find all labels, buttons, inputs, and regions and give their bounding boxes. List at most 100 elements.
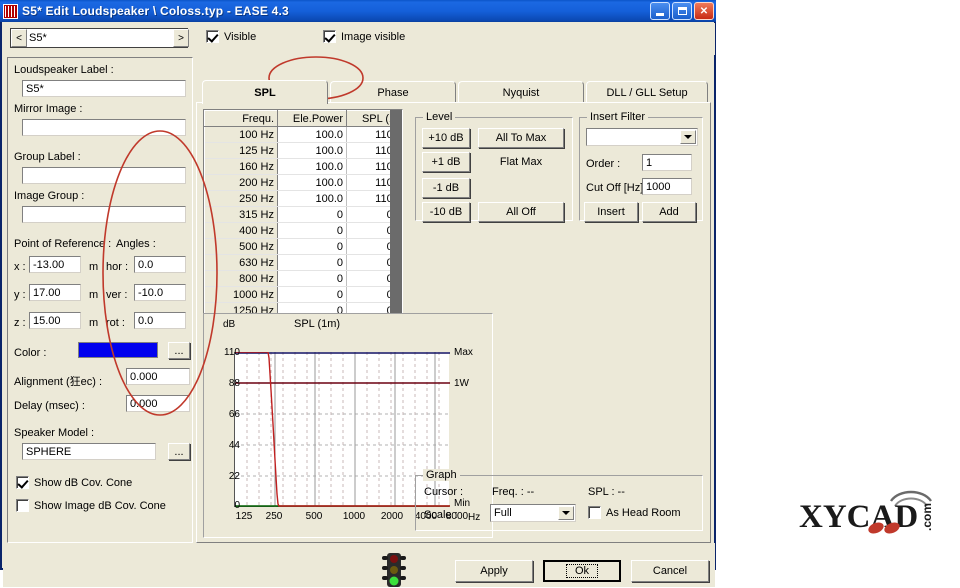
chevron-down-icon[interactable] [680, 130, 696, 144]
next-button[interactable]: > [173, 29, 189, 47]
y-unit: m [89, 289, 99, 301]
graph-group-title: Graph [423, 469, 460, 481]
xtick-250: 250 [265, 511, 283, 522]
main-window: S5* Edit Loudspeaker \ Coloss.typ - EASE… [0, 0, 716, 587]
all-to-max-button[interactable]: All To Max [478, 128, 564, 148]
rot-input[interactable]: 0.0 [134, 312, 186, 329]
ver-input[interactable]: -10.0 [134, 284, 186, 301]
tab-spl[interactable]: SPL [202, 80, 328, 104]
cell-ele-power: 0 [277, 238, 347, 255]
speaker-model-input[interactable]: SPHERE [22, 443, 156, 460]
as-head-room-checkbox[interactable] [588, 506, 601, 519]
prev-button[interactable]: < [11, 29, 27, 47]
loudspeaker-label-input[interactable]: S5* [22, 80, 186, 97]
spl-tab-content: Frequ. Ele.Power SPL (1m) 100 Hz100.0110… [196, 102, 711, 543]
show-db-cov-cone-checkbox[interactable] [16, 476, 29, 489]
cell-ele-power: 0 [277, 270, 347, 287]
table-row[interactable]: 315 Hz00.00 [204, 206, 402, 223]
x-caption: x : [14, 261, 26, 273]
table-row[interactable]: 100 Hz100.0110.00 [204, 126, 402, 143]
tab-nyquist[interactable]: Nyquist [458, 81, 584, 103]
chart-label-1w: 1W [454, 378, 469, 389]
cutoff-input[interactable]: 1000 [642, 178, 692, 195]
as-head-room-label: As Head Room [606, 506, 681, 519]
table-row[interactable]: 160 Hz100.0110.00 [204, 158, 402, 175]
table-row[interactable]: 125 Hz100.0110.00 [204, 142, 402, 159]
show-image-db-cov-cone-checkbox[interactable] [16, 499, 29, 512]
filter-type-combo[interactable] [586, 128, 698, 146]
apply-button[interactable]: Apply [455, 560, 533, 582]
speaker-model-browse-button[interactable]: ... [168, 443, 190, 460]
color-browse-button[interactable]: ... [168, 342, 190, 359]
flat-max-button[interactable]: Flat Max [478, 152, 564, 172]
alignment-input[interactable]: 0.000 [126, 368, 190, 385]
cancel-button[interactable]: Cancel [631, 560, 709, 582]
close-icon[interactable]: ✕ [694, 2, 714, 20]
mirror-image-input[interactable] [22, 119, 186, 136]
table-row[interactable]: 400 Hz00.00 [204, 222, 402, 239]
ytick-0: 0 [234, 500, 240, 511]
ok-button[interactable]: Ok [543, 560, 621, 582]
minimize-icon[interactable] [650, 2, 670, 20]
show-image-db-cov-cone-row[interactable]: Show Image dB Cov. Cone [16, 499, 166, 512]
show-db-cov-cone-row[interactable]: Show dB Cov. Cone [16, 476, 132, 489]
level-minus1db-button[interactable]: -1 dB [422, 178, 470, 198]
y-input[interactable]: 17.00 [29, 284, 81, 301]
visible-checkbox-row[interactable]: Visible [206, 30, 256, 43]
angles-caption: Angles : [116, 238, 156, 250]
table-row[interactable]: 250 Hz100.0110.00 [204, 190, 402, 207]
image-visible-checkbox[interactable] [323, 30, 336, 43]
delay-caption: Delay (msec) : [14, 400, 85, 412]
rot-caption: rot : [106, 317, 125, 329]
tab-phase[interactable]: Phase [330, 81, 456, 103]
as-head-room-row[interactable]: As Head Room [588, 506, 681, 519]
tab-dll-gll-setup[interactable]: DLL / GLL Setup [586, 81, 708, 103]
cell-ele-power: 100.0 [277, 142, 347, 159]
ytick-88: 88 [228, 378, 240, 389]
level-plus1db-button[interactable]: +1 dB [422, 152, 470, 172]
all-off-button[interactable]: All Off [478, 202, 564, 222]
insert-filter-group-title: Insert Filter [587, 111, 649, 123]
scale-value: Full [494, 507, 512, 519]
level-minus10db-button[interactable]: -10 dB [422, 202, 470, 222]
hor-input[interactable]: 0.0 [134, 256, 186, 273]
group-label-input[interactable] [22, 167, 186, 184]
table-row[interactable]: 800 Hz00.00 [204, 270, 402, 287]
x-unit: m [89, 261, 99, 273]
scale-combo[interactable]: Full [490, 504, 576, 522]
delay-input[interactable]: 0.000 [126, 395, 190, 412]
visible-checkbox[interactable] [206, 30, 219, 43]
col-header-frequ: Frequ. [204, 110, 278, 127]
loudspeaker-selector[interactable]: < > [10, 28, 189, 48]
image-group-input[interactable] [22, 206, 186, 223]
x-input[interactable]: -13.00 [29, 256, 81, 273]
cell-ele-power: 0 [277, 222, 347, 239]
color-swatch[interactable] [78, 342, 158, 358]
cell-ele-power: 100.0 [277, 174, 347, 191]
group-label-caption: Group Label : [14, 151, 81, 163]
maximize-icon[interactable] [672, 2, 692, 20]
table-row[interactable]: 500 Hz00.00 [204, 238, 402, 255]
table-header-row: Frequ. Ele.Power SPL (1m) [204, 110, 402, 127]
table-row[interactable]: 1000 Hz00.00 [204, 286, 402, 303]
z-input[interactable]: 15.00 [29, 312, 81, 329]
cell-frequency: 1000 Hz [204, 286, 278, 303]
z-caption: z : [14, 317, 26, 329]
image-visible-checkbox-row[interactable]: Image visible [323, 30, 405, 43]
chevron-down-icon[interactable] [558, 506, 574, 520]
xtick-1000: 1000 [342, 511, 366, 522]
window-title: S5* Edit Loudspeaker \ Coloss.typ - EASE… [22, 4, 289, 18]
cell-ele-power: 100.0 [277, 158, 347, 175]
chart-label-max: Max [454, 347, 473, 358]
loudspeaker-selector-input[interactable] [27, 29, 173, 47]
xycad-suffix: .com [920, 503, 934, 531]
table-row[interactable]: 630 Hz00.00 [204, 254, 402, 271]
order-input[interactable]: 1 [642, 154, 692, 171]
xycad-watermark: XYCAD .com [799, 490, 934, 535]
add-button[interactable]: Add [642, 202, 696, 222]
xtick-500: 500 [305, 511, 323, 522]
level-plus10db-button[interactable]: +10 dB [422, 128, 470, 148]
table-row[interactable]: 200 Hz100.0110.00 [204, 174, 402, 191]
cursor-caption: Cursor : [424, 486, 464, 498]
insert-button[interactable]: Insert [584, 202, 638, 222]
